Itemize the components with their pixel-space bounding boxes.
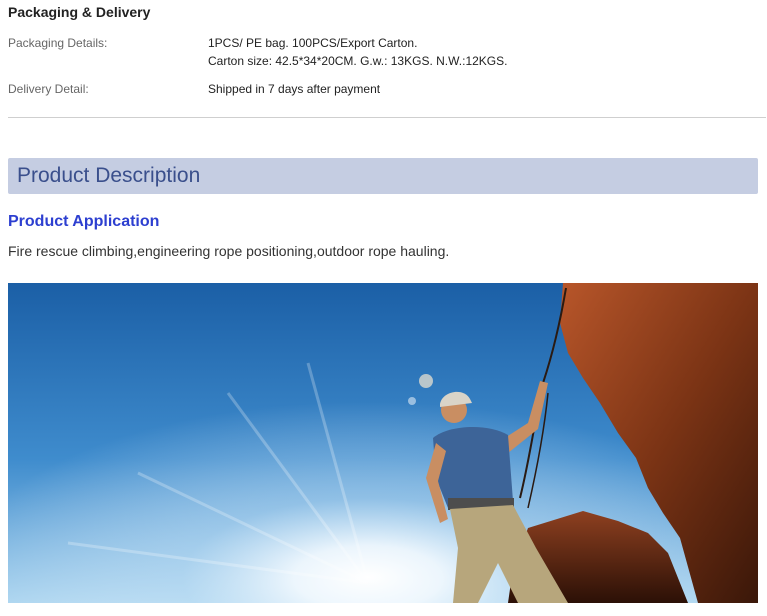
section-divider: [8, 117, 766, 118]
packaging-details-line1: 1PCS/ PE bag. 100PCS/Export Carton.: [208, 36, 418, 50]
packaging-details-value: 1PCS/ PE bag. 100PCS/Export Carton. Cart…: [208, 34, 507, 70]
product-application-text: Fire rescue climbing,engineering rope po…: [8, 243, 450, 259]
climber-photo: [8, 283, 758, 603]
delivery-detail-label: Delivery Detail:: [8, 82, 89, 96]
product-description-bar: Product Description: [8, 158, 758, 194]
packaging-details-line2: Carton size: 42.5*34*20CM. G.w.: 13KGS. …: [208, 54, 508, 68]
product-description-title: Product Description: [17, 164, 201, 187]
product-application-heading: Product Application: [8, 213, 160, 230]
product-page: Packaging & Delivery Packaging Details: …: [0, 0, 767, 616]
delivery-detail-value: Shipped in 7 days after payment: [208, 82, 381, 96]
packaging-details-label: Packaging Details:: [8, 36, 108, 50]
climber-photo-art: [8, 283, 758, 603]
packaging-delivery-title: Packaging & Delivery: [8, 4, 151, 20]
